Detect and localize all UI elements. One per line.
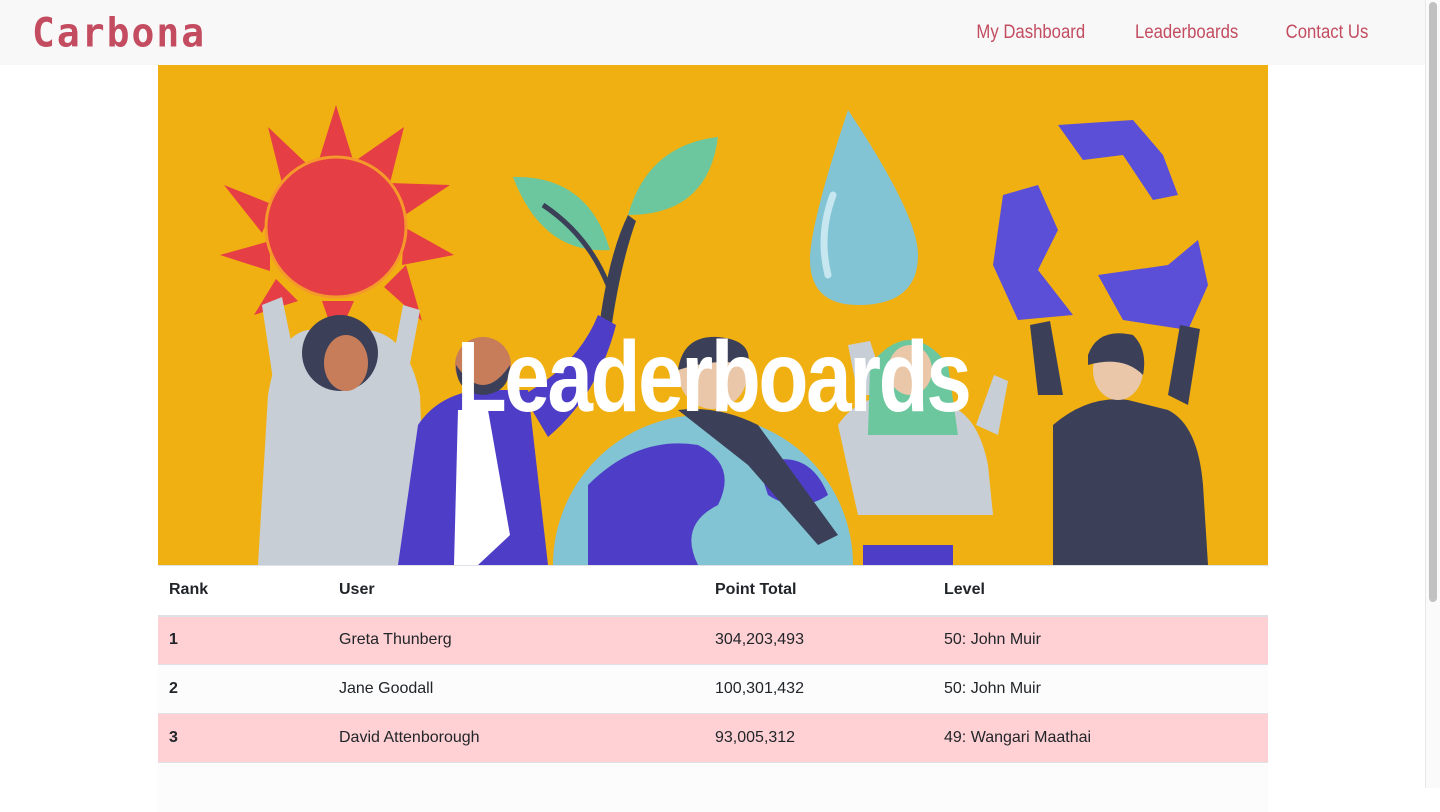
points-cell: 304,203,493 xyxy=(704,615,933,665)
user-cell: Greta Thunberg xyxy=(328,615,704,665)
hero-illustration xyxy=(220,105,1208,565)
sun-icon xyxy=(220,105,454,341)
nav-my-dashboard[interactable]: My Dashboard xyxy=(977,22,1086,44)
table-row: 3 David Attenborough 93,005,312 49: Wang… xyxy=(158,713,1268,763)
points-cell: 93,005,312 xyxy=(704,713,933,763)
vertical-scrollbar[interactable] xyxy=(1425,0,1440,788)
recycle-icon xyxy=(993,120,1208,330)
nav-links: My Dashboard Leaderboards Contact Us xyxy=(969,0,1374,65)
level-cell: 50: John Muir xyxy=(933,615,1268,665)
leaderboard-table: Rank User Point Total Level 1 Greta Thun… xyxy=(158,565,1268,812)
plant-icon xyxy=(513,137,718,337)
table-header-row: Rank User Point Total Level xyxy=(158,565,1268,617)
empty-cell xyxy=(158,762,328,812)
hero-banner: Leaderboards xyxy=(158,65,1268,565)
table-row: 1 Greta Thunberg 304,203,493 50: John Mu… xyxy=(158,615,1268,665)
rank-cell: 2 xyxy=(158,664,328,714)
header-rank: Rank xyxy=(158,565,328,617)
rank-cell: 1 xyxy=(158,615,328,665)
nav-leaderboards[interactable]: Leaderboards xyxy=(1135,22,1238,44)
header-user: User xyxy=(328,565,704,617)
empty-cell xyxy=(704,762,933,812)
header-point-total: Point Total xyxy=(704,565,933,617)
scrollbar-thumb[interactable] xyxy=(1429,2,1437,602)
leaderboard-table-container: Rank User Point Total Level 1 Greta Thun… xyxy=(158,565,1268,812)
level-cell: 50: John Muir xyxy=(933,664,1268,714)
navbar: Carbona My Dashboard Leaderboards Contac… xyxy=(0,0,1425,65)
points-cell: 100,301,432 xyxy=(704,664,933,714)
brand-name: Carbona xyxy=(32,9,207,57)
empty-cell xyxy=(328,762,704,812)
globe-icon xyxy=(553,415,853,565)
empty-cell xyxy=(933,762,1268,812)
table-row-empty xyxy=(158,762,1268,812)
water-drop-icon xyxy=(809,110,918,305)
user-cell: Jane Goodall xyxy=(328,664,704,714)
level-cell: 49: Wangari Maathai xyxy=(933,713,1268,763)
page-title: Leaderboards xyxy=(456,321,972,433)
brand-logo[interactable]: Carbona xyxy=(32,9,207,57)
table-row: 2 Jane Goodall 100,301,432 50: John Muir xyxy=(158,664,1268,714)
rank-cell: 3 xyxy=(158,713,328,763)
user-cell: David Attenborough xyxy=(328,713,704,763)
nav-contact-us[interactable]: Contact Us xyxy=(1286,22,1369,44)
header-level: Level xyxy=(933,565,1268,617)
